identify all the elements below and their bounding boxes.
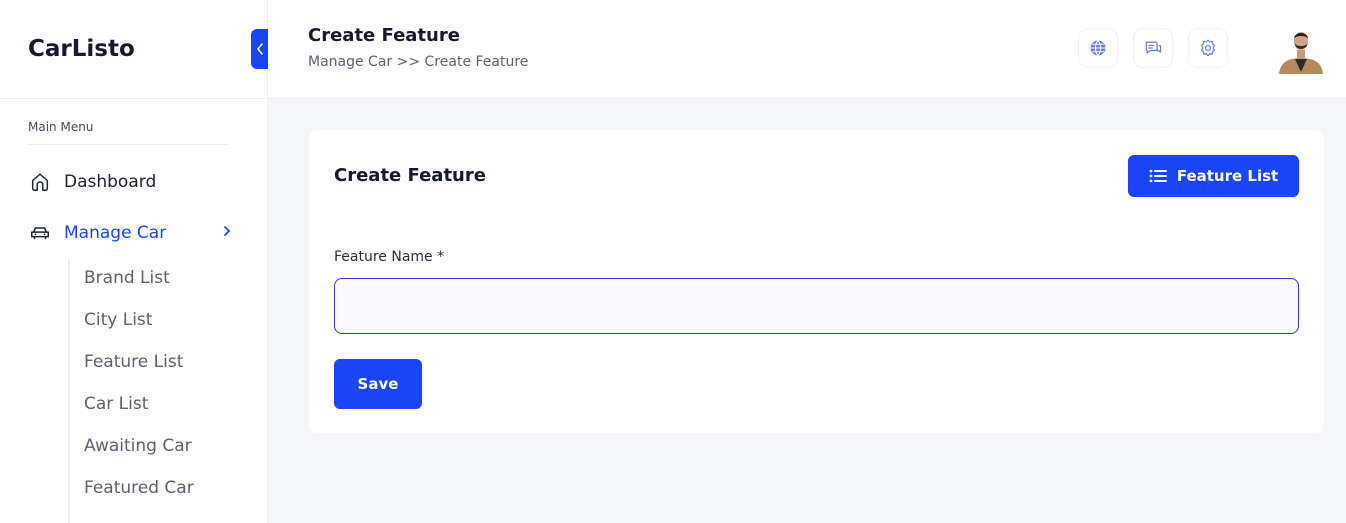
gear-icon: [1201, 39, 1215, 57]
brand: CarListo: [0, 0, 267, 99]
page-title: Create Feature: [308, 25, 460, 46]
breadcrumb: Manage Car >> Create Feature: [308, 54, 529, 70]
top-header: Create Feature Manage Car >> Create Feat…: [268, 0, 1346, 99]
create-feature-card: Create Feature Feature List Feature Name…: [309, 130, 1324, 433]
language-button[interactable]: [1078, 28, 1118, 68]
list-icon: [1149, 168, 1167, 184]
sidebar: CarListo Main Menu Dashboard Manage Car …: [0, 0, 268, 523]
globe-icon: [1090, 40, 1106, 56]
sidebar-item-dashboard[interactable]: Dashboard: [28, 170, 156, 194]
sidebar-item-label: Manage Car: [64, 223, 167, 243]
feature-list-button[interactable]: Feature List: [1128, 155, 1299, 197]
submenu-item-city-list[interactable]: City List: [84, 310, 152, 330]
menu-section-label: Main Menu: [28, 120, 94, 134]
submenu-rail: [68, 258, 70, 523]
card-title: Create Feature: [334, 165, 486, 186]
feature-name-input[interactable]: [334, 278, 1299, 334]
save-button[interactable]: Save: [334, 359, 422, 409]
sidebar-item-label: Dashboard: [64, 172, 157, 192]
submenu-item-brand-list[interactable]: Brand List: [84, 268, 170, 288]
chat-icon: [1145, 41, 1162, 54]
submenu-item-feature-list[interactable]: Feature List: [84, 352, 183, 372]
submenu-item-featured-car[interactable]: Featured Car: [84, 478, 194, 498]
sidebar-item-manage-car[interactable]: Manage Car: [28, 221, 232, 245]
home-icon: [28, 170, 52, 194]
submenu-item-awaiting-car[interactable]: Awaiting Car: [84, 436, 192, 456]
user-avatar-image: [1277, 26, 1325, 74]
submenu-item-car-list[interactable]: Car List: [84, 394, 148, 414]
sidebar-collapse-button[interactable]: [251, 29, 268, 69]
chevron-right-icon: [222, 223, 232, 243]
feature-list-button-label: Feature List: [1176, 167, 1279, 185]
feature-name-label: Feature Name *: [334, 249, 445, 265]
menu-divider: [28, 144, 228, 145]
brand-logo-text[interactable]: CarListo: [28, 36, 135, 62]
car-icon: [28, 221, 52, 245]
messages-button[interactable]: [1133, 28, 1173, 68]
user-avatar[interactable]: [1277, 26, 1325, 74]
settings-button[interactable]: [1188, 28, 1228, 68]
chevron-left-icon: [256, 43, 263, 55]
